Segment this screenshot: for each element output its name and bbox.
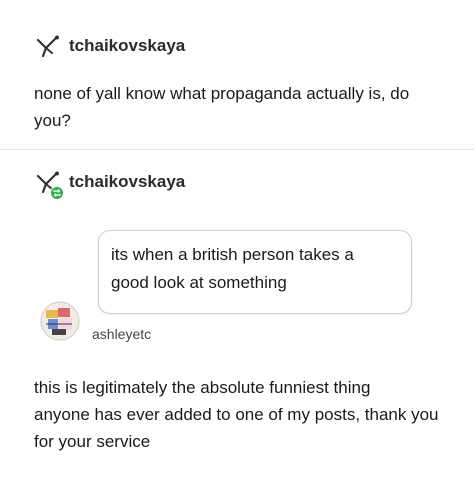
- reblog-divider: [0, 149, 474, 150]
- collage-avatar-icon: [40, 301, 80, 341]
- reblog-header: tchaikovskaya: [34, 170, 185, 200]
- comment-line: for your service: [34, 432, 151, 451]
- post-body-line: none of yall know what propaganda actual…: [34, 84, 410, 103]
- tchaikovskaya-reblog-avatar[interactable]: [34, 170, 64, 200]
- comment-body: this is legitimately the absolute funnie…: [34, 374, 439, 455]
- tchaikovskaya-avatar[interactable]: [34, 34, 64, 58]
- reply-author-username[interactable]: ashleyetc: [92, 326, 151, 342]
- reblog-author-username[interactable]: tchaikovskaya: [69, 172, 185, 192]
- ashleyetc-avatar[interactable]: [40, 300, 80, 342]
- reply-text-line: its when a british person takes a: [111, 245, 354, 264]
- reply-bubble: its when a british person takes a good l…: [98, 230, 412, 314]
- post-body: none of yall know what propaganda actual…: [34, 80, 409, 134]
- comment-line: anyone has ever added to one of my posts…: [34, 405, 439, 424]
- post-body-line: you?: [34, 111, 71, 130]
- original-post-header: tchaikovskaya: [34, 34, 185, 58]
- dancer-avatar-icon: [34, 34, 64, 58]
- reply-text-line: good look at something: [111, 273, 287, 292]
- reblog-icon: [50, 186, 64, 200]
- post-author-username[interactable]: tchaikovskaya: [69, 36, 185, 56]
- comment-line: this is legitimately the absolute funnie…: [34, 378, 371, 397]
